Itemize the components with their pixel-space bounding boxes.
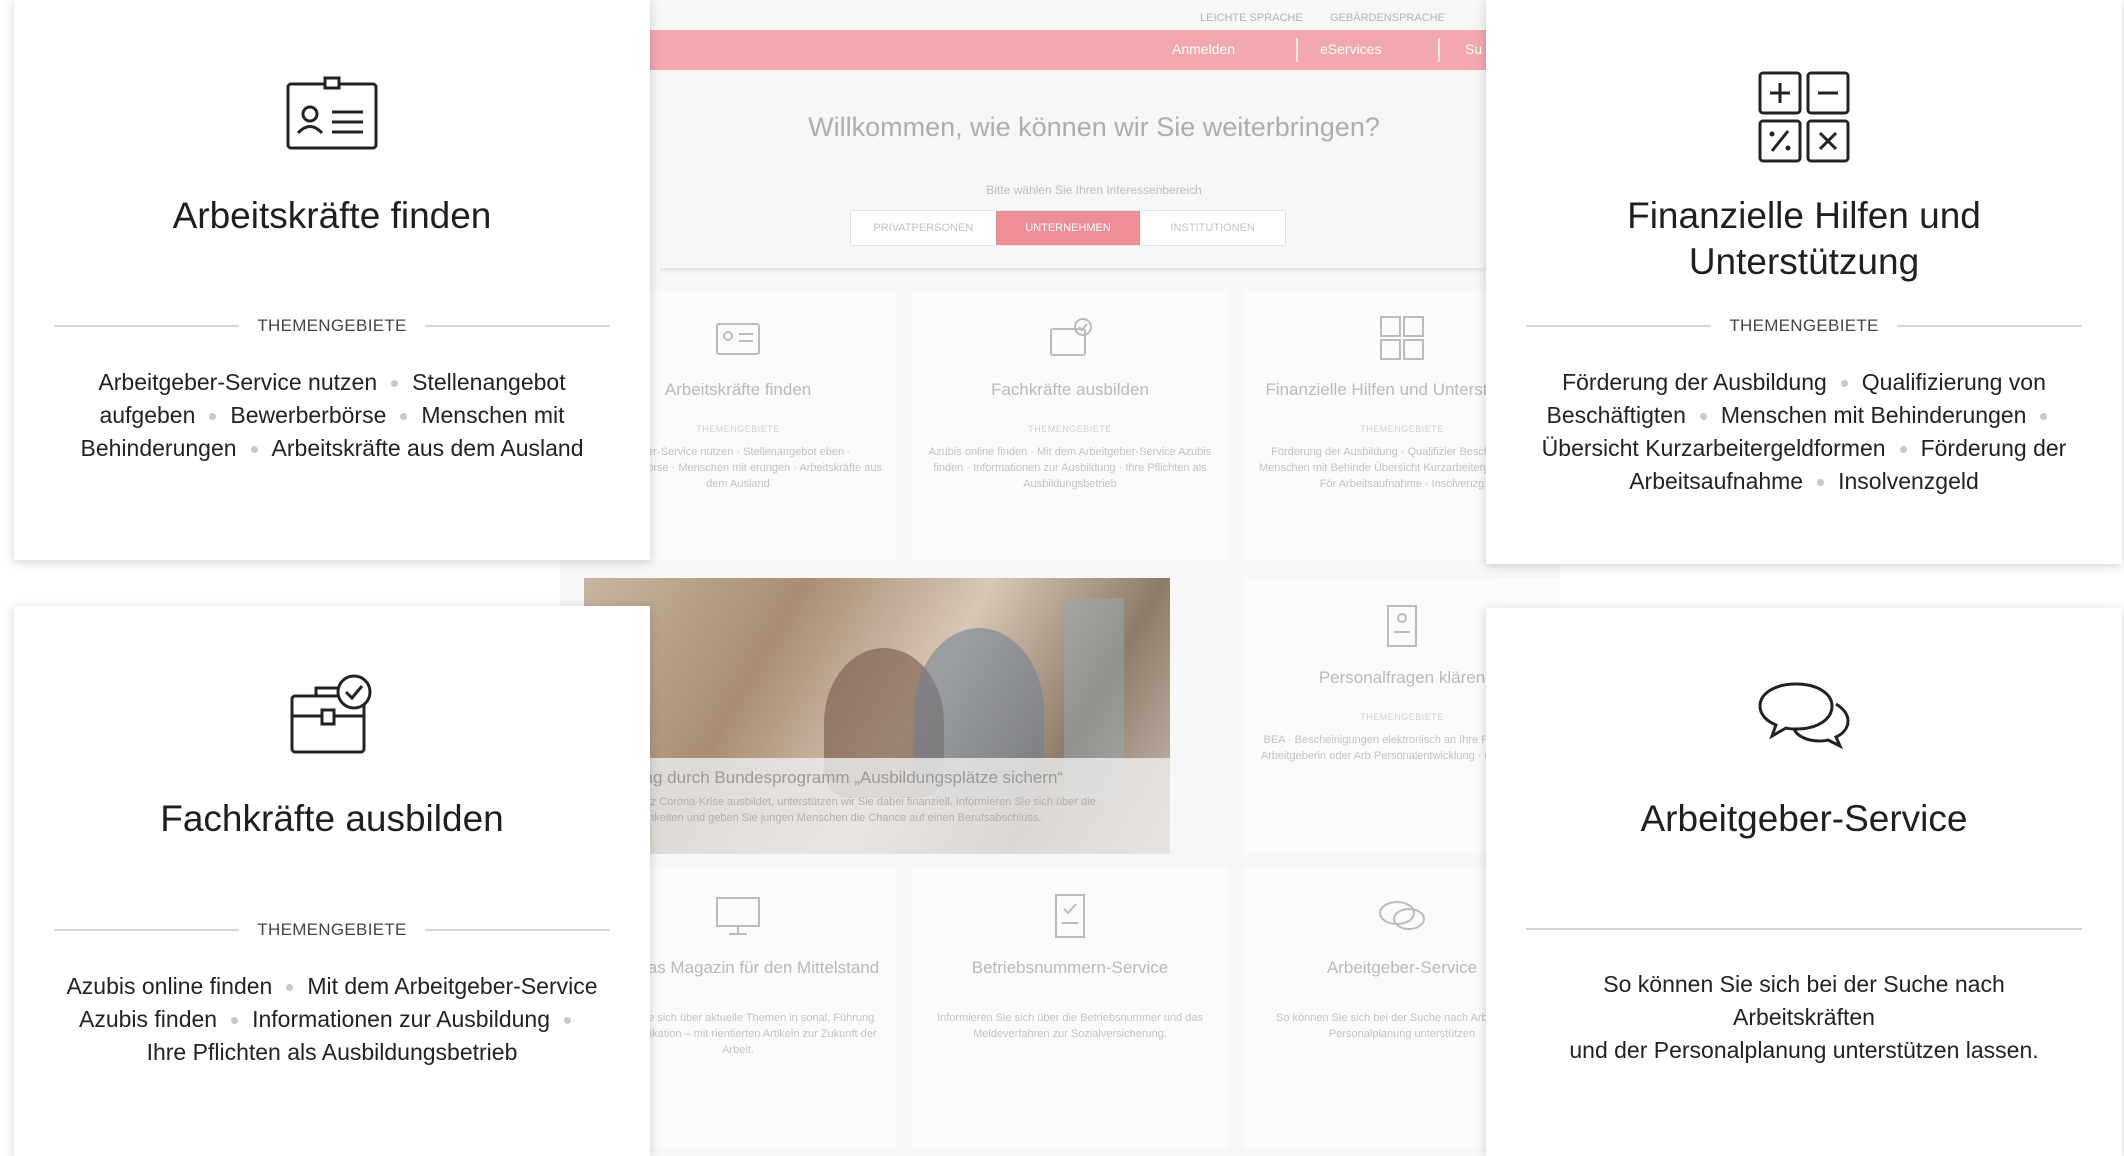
bullet-separator <box>564 1017 571 1025</box>
tile-fachkraefte[interactable]: Fachkräfte ausbilden THEMENGEBIETE Azubi… <box>912 290 1228 560</box>
interest-hint: Bitte wählen Sie Ihren Interessenbereich <box>986 183 1202 197</box>
topic-link[interactable]: Insolvenzgeld <box>1838 468 1979 494</box>
tile-section-label: THEMENGEBIETE <box>1028 424 1112 434</box>
section-label: THEMENGEBIETE <box>257 920 407 939</box>
bullet-separator <box>231 1017 239 1025</box>
topic-link[interactable]: Informationen zur Ausbildung <box>252 1006 550 1032</box>
card-finanzielle-hilfen[interactable]: Finanzielle Hilfen und Unterstützung THE… <box>1486 0 2122 564</box>
divider-line <box>424 325 610 327</box>
utility-bar: LEICHTE SPRACHE GEBÄRDENSPRACHE <box>560 8 1560 28</box>
card-title: Arbeitgeber-Service <box>1640 798 1968 839</box>
section-divider: THEMENGEBIETE <box>54 918 610 942</box>
header-divider <box>660 268 1560 274</box>
bullet-separator <box>1699 413 1707 421</box>
card-description: So können Sie sich bei der Suche nach Ar… <box>1569 971 2039 1063</box>
bullet-separator <box>1817 479 1825 487</box>
card-title: Finanzielle Hilfen und Unterstützung <box>1627 195 1981 282</box>
segment-privatpersonen[interactable]: PRIVATPERSONEN <box>851 211 996 245</box>
card-arbeitskraefte-finden[interactable]: Arbeitskräfte finden THEMENGEBIETE Arbei… <box>14 0 650 560</box>
sign-language-link[interactable]: GEBÄRDENSPRACHE <box>1330 12 1445 24</box>
promo-teaser[interactable]: Förderung durch Bundesprogramm „Ausbildu… <box>584 578 1170 854</box>
search-link[interactable]: Su <box>1465 41 1482 57</box>
chat-bubbles-icon <box>1486 678 2122 750</box>
bullet-separator <box>1899 446 1907 454</box>
briefcase-check-icon <box>912 308 1228 368</box>
nav-divider <box>1296 38 1298 62</box>
topic-link[interactable]: Förderung der Ausbildung <box>1562 369 1827 395</box>
eservices-link[interactable]: eServices <box>1320 41 1381 57</box>
clipboard-check-icon <box>912 886 1228 946</box>
bullet-separator <box>286 984 294 992</box>
tile-betriebsnummern[interactable]: Betriebsnummern-Service Informieren Sie … <box>912 868 1228 1148</box>
section-label: THEMENGEBIETE <box>257 316 407 335</box>
welcome-heading: Willkommen, wie können wir Sie weiterbri… <box>808 112 1380 142</box>
background-page: LEICHTE SPRACHE GEBÄRDENSPRACHE agentur … <box>560 0 1560 1156</box>
promo-title: Förderung durch Bundesprogramm „Ausbildu… <box>584 768 1064 787</box>
divider-line <box>424 929 610 931</box>
tile-title: Fachkräfte ausbilden <box>991 380 1149 399</box>
topic-links: Azubis online finden Mit dem Arbeitgeber-… <box>64 970 600 1069</box>
briefcase-check-icon <box>14 672 650 760</box>
segment-institutionen[interactable]: INSTITUTIONEN <box>1140 211 1285 245</box>
topic-link[interactable]: Arbeitskräfte aus dem Ausland <box>272 435 584 461</box>
bullet-separator <box>391 380 399 388</box>
card-title: Fachkräfte ausbilden <box>160 798 504 839</box>
topic-link[interactable]: Arbeitgeber-Service nutzen <box>98 369 377 395</box>
topic-link[interactable]: Ihre Pflichten als Ausbildungsbetrieb <box>147 1039 518 1065</box>
top-navigation-bar: agentur eit Anmelden eServices Su <box>560 30 1560 70</box>
topic-links: Arbeitgeber-Service nutzen Stellenangebot… <box>64 366 600 465</box>
easy-language-link[interactable]: LEICHTE SPRACHE <box>1200 12 1303 24</box>
topic-links: Förderung der Ausbildung Qualifizierung v… <box>1526 366 2082 498</box>
tile-links: Azubis online finden · Mit dem Arbeitgeb… <box>928 446 1212 490</box>
topic-link[interactable]: Azubis online finden <box>66 973 272 999</box>
audience-segmented-control: PRIVATPERSONEN UNTERNEHMEN INSTITUTIONEN <box>850 210 1286 246</box>
card-title: Arbeitskräfte finden <box>172 195 492 236</box>
calculator-icon <box>1486 70 2122 164</box>
segment-unternehmen[interactable]: UNTERNEHMEN <box>995 211 1141 245</box>
card-arbeitgeber-service[interactable]: Arbeitgeber-Service So können Sie sich b… <box>1486 608 2122 1156</box>
divider-line <box>1526 928 2082 930</box>
divider-line <box>54 929 240 931</box>
bullet-separator <box>2040 413 2048 421</box>
topic-link[interactable]: Bewerberbörse <box>230 402 386 428</box>
topic-link[interactable]: Übersicht Kurzarbeitergeldformen <box>1542 435 1886 461</box>
login-link[interactable]: Anmelden <box>1172 41 1235 57</box>
nav-divider <box>1438 38 1440 62</box>
section-divider: THEMENGEBIETE <box>1526 314 2082 338</box>
bullet-separator <box>400 413 408 421</box>
divider-line <box>54 325 240 327</box>
tile-title: Betriebsnummern-Service <box>971 958 1169 977</box>
bullet-separator <box>250 446 258 454</box>
section-divider: THEMENGEBIETE <box>54 314 610 338</box>
tile-description: Informieren Sie sich über die Betriebsnu… <box>937 1012 1203 1040</box>
divider-line <box>1896 325 2082 327</box>
promo-text: hr Betrieb trotz Corona-Krise ausbildet,… <box>584 796 1096 824</box>
section-label: THEMENGEBIETE <box>1729 316 1879 335</box>
divider-line <box>1526 325 1712 327</box>
id-card-icon <box>14 76 650 152</box>
bullet-separator <box>1840 380 1848 388</box>
card-fachkraefte-ausbilden[interactable]: Fachkräfte ausbilden THEMENGEBIETE Azubi… <box>14 606 650 1156</box>
promo-caption: Förderung durch Bundesprogramm „Ausbildu… <box>584 758 1170 854</box>
bullet-separator <box>209 413 217 421</box>
topic-link[interactable]: Menschen mit Behinderungen <box>1721 402 2027 428</box>
